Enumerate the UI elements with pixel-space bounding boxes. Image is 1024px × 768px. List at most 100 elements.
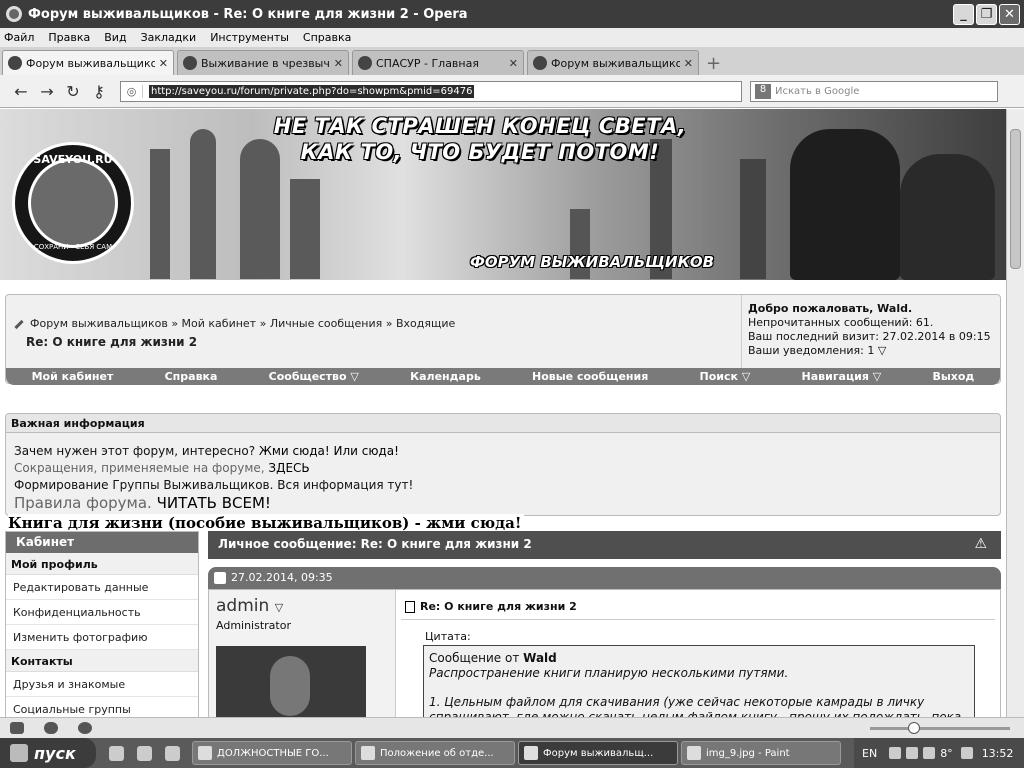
tab-bar: Форум выживальщиков... ✕ Выживание в чре… [0,47,1024,75]
notifications-link[interactable]: Ваши уведомления: 1 ▽ [748,344,995,358]
quick-launch-icon[interactable] [108,745,124,761]
sidebar-item-groups[interactable]: Социальные группы [6,697,198,717]
zoom-slider[interactable] [870,722,1010,734]
quote-source: Сообщение от Wald [429,651,969,666]
report-warning-icon[interactable]: ⚠ [974,536,987,552]
info-line-1-link[interactable]: Жми сюда! Или сюда! [259,444,399,458]
nav-calendar[interactable]: Календарь [410,370,481,383]
taskbar-item-word-2[interactable]: Положение об отде... [355,741,515,765]
forum-favicon-icon [8,56,22,70]
phoenix-icon [28,158,118,248]
tab-close-icon[interactable]: ✕ [684,57,693,70]
search-field[interactable]: 8 Искать в Google [750,80,998,102]
tab-label: СПАСУР - Главная [376,56,479,70]
task-label: Форум выживальщ... [543,747,654,759]
task-label: ДОЛЖНОСТНЫЕ ГО... [217,747,329,759]
nav-help[interactable]: Справка [165,370,218,383]
tab-forum[interactable]: Форум выживальщиков... ✕ [2,50,174,75]
new-tab-button[interactable]: + [706,53,721,75]
site-security-icon[interactable]: ◎ [121,84,143,98]
tab-spasur[interactable]: СПАСУР - Главная ✕ [352,50,524,75]
menu-tools[interactable]: Инструменты [210,31,289,44]
tab-forum-2[interactable]: Форум выживальщиков... ✕ [527,50,699,75]
tray-icon[interactable] [906,747,919,759]
quick-launch [96,738,192,768]
menu-view[interactable]: Вид [104,31,126,44]
pm-header-title: Личное сообщение: Re: О книге для жизни … [218,537,532,551]
zoom-slider-knob[interactable] [908,722,920,734]
quote-source-prefix: Сообщение от [429,651,524,665]
sidebar-item-privacy[interactable]: Конфиденциальность [6,600,198,625]
avatar[interactable] [216,646,366,717]
username-text[interactable]: admin [216,596,269,616]
maximize-button[interactable]: ❐ [976,3,997,25]
close-button[interactable]: ✕ [999,3,1020,25]
language-indicator[interactable]: EN [862,747,877,760]
minimize-button[interactable]: _ [953,3,974,25]
menu-file[interactable]: Файл [4,31,34,44]
nav-my-cabinet[interactable]: Мой кабинет [32,370,114,383]
user-menu-icon[interactable]: ▽ [275,601,283,614]
forward-icon[interactable]: → [34,82,60,101]
info-line-4: Правила форума. ЧИТАТЬ ВСЕМ! [14,494,271,512]
search-placeholder: Искать в Google [775,85,860,97]
nav-new-posts[interactable]: Новые сообщения [532,370,648,383]
quick-launch-icon[interactable] [164,745,180,761]
vertical-scrollbar[interactable] [1006,109,1024,717]
back-icon[interactable]: ← [8,82,34,101]
post-date-bar: 27.02.2014, 09:35 [208,567,1001,589]
quote-line-2: 1. Цельным файлом для скачивания (уже се… [429,695,962,717]
info-line-3-link[interactable]: Формирование Группы Выживальщиков. Вся и… [14,478,413,492]
url-text[interactable]: http://saveyou.ru/forum/private.php?do=s… [149,84,475,98]
forum-navbar: Мой кабинет Справка Сообщество ▽ Календа… [6,368,1000,385]
nav-navigation[interactable]: Навигация ▽ [802,370,882,383]
scrollbar-thumb[interactable] [1010,129,1021,269]
nav-logout[interactable]: Выход [932,370,974,383]
tab-close-icon[interactable]: ✕ [159,57,168,70]
speed-dial-icon[interactable] [78,722,92,734]
taskbar-item-paint[interactable]: img_9.jpg - Paint [681,741,841,765]
sidebar-item-change-photo[interactable]: Изменить фотографию [6,625,198,650]
nav-search[interactable]: Поиск ▽ [700,370,751,383]
sidebar-section-profile: Мой профиль [6,553,198,575]
tray-icon[interactable] [923,747,936,759]
start-button[interactable]: пуск [0,738,96,768]
taskbar-item-word-1[interactable]: ДОЛЖНОСТНЫЕ ГО... [192,741,352,765]
sidebar-item-edit-profile[interactable]: Редактировать данные [6,575,198,600]
unread-count[interactable]: Непрочитанных сообщений: 61. [748,316,995,330]
breadcrumb-text[interactable]: Форум выживальщиков » Мой кабинет » Личн… [30,317,455,330]
tab-close-icon[interactable]: ✕ [509,57,518,70]
cabinet-sidebar: Кабинет Мой профиль Редактировать данные… [5,531,199,717]
reload-icon[interactable]: ↻ [60,82,86,101]
cloud-icon[interactable] [44,722,58,734]
panel-toggle-icon[interactable] [10,722,24,734]
windows-logo-icon [10,744,28,762]
tab-close-icon[interactable]: ✕ [334,57,343,70]
breadcrumb[interactable]: Форум выживальщиков » Мой кабинет » Личн… [14,317,455,330]
tray-icon[interactable] [889,747,902,759]
taskbar-item-opera[interactable]: Форум выживальщ... [518,741,678,765]
tab-survival[interactable]: Выживание в чрезвыча... ✕ [177,50,349,75]
clock[interactable]: 13:52 [982,747,1014,760]
read-all-link[interactable]: ЧИТАТЬ ВСЕМ! [157,494,271,512]
search-engine-icon[interactable]: 8 [755,83,771,99]
post-body: admin ▽ Administrator Re: О книге для жи… [208,589,1001,717]
key-icon[interactable]: ⚷ [86,82,112,101]
saveyou-logo[interactable]: SAVEYOU.RU СОХРАНИ · СЕБЯ САМ [12,142,134,264]
menu-help[interactable]: Справка [303,31,351,44]
forum-banner: SAVEYOU.RU СОХРАНИ · СЕБЯ САМ НЕ ТАК СТР… [0,109,1006,280]
address-field[interactable]: ◎ http://saveyou.ru/forum/private.php?do… [120,80,742,102]
menu-edit[interactable]: Правка [48,31,90,44]
menu-bookmarks[interactable]: Закладки [141,31,197,44]
browser-status-bar [0,717,1024,738]
task-label: Положение об отде... [380,747,494,759]
network-icon[interactable] [960,747,973,759]
rules-link[interactable]: Правила форума. [14,494,157,512]
sidebar-item-friends[interactable]: Друзья и знакомые [6,672,198,697]
quick-launch-icon[interactable] [136,745,152,761]
info-line-2-link[interactable]: ЗДЕСЬ [268,461,309,475]
post-username[interactable]: admin ▽ [216,596,283,616]
nav-community[interactable]: Сообщество ▽ [269,370,359,383]
info-line-1-text: Зачем нужен этот форум, интересно? [14,444,259,458]
slogan-line-2: КАК ТО, ЧТО БУДЕТ ПОТОМ! [300,140,660,164]
